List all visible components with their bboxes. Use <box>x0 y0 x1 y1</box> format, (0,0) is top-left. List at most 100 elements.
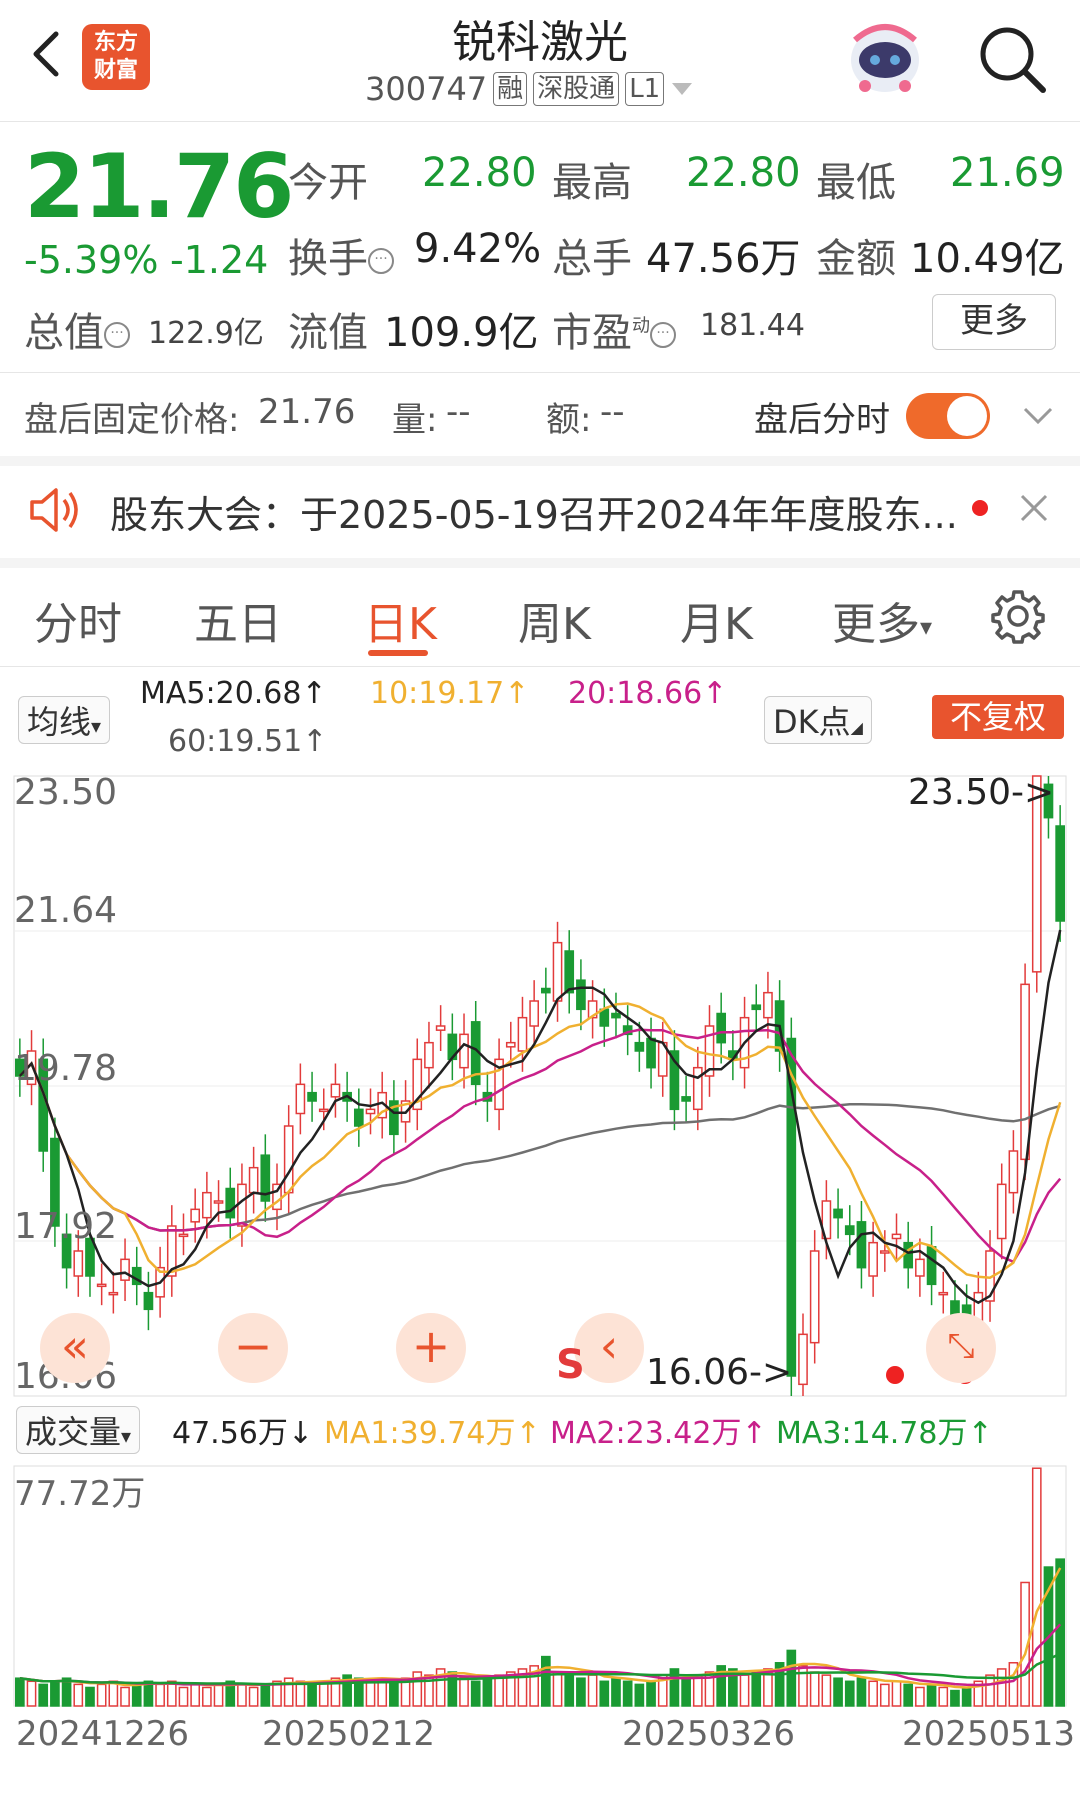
info-icon[interactable]: ··· <box>368 248 394 274</box>
settings-gear-icon[interactable] <box>990 588 1046 644</box>
volume-bar-up <box>459 1677 469 1707</box>
turnover-label[interactable]: 换手 ··· <box>288 226 394 284</box>
candlestick-chart[interactable] <box>0 766 1080 1406</box>
assistant-robot-icon[interactable] <box>845 20 925 96</box>
adjust-type-button[interactable]: 不复权 <box>932 695 1064 739</box>
pe-sup: 动 <box>632 315 650 337</box>
active-tab-underline <box>368 650 428 656</box>
candle-up <box>295 1083 306 1115</box>
signal-dot <box>886 1366 904 1384</box>
candle-up <box>938 1291 949 1296</box>
volume-bar-down <box>611 1677 621 1707</box>
candle-up <box>996 1183 1007 1240</box>
candle-down <box>926 1246 937 1286</box>
volume-bar-up <box>552 1671 563 1707</box>
indicator-selector[interactable]: 成交量▾ <box>16 1406 141 1454</box>
candle-down <box>646 1037 656 1069</box>
mktcap-label[interactable]: 总值 ··· <box>24 300 130 358</box>
after-hours-intraday-label: 盘后分时 <box>754 400 890 440</box>
ma60-value: 60:19.51↑ <box>168 724 328 759</box>
tab-five-day[interactable]: 五日 <box>194 588 282 652</box>
candle-up <box>1020 983 1030 1161</box>
tag-margin: 融 <box>493 72 528 106</box>
tab-more-label: 更多 <box>832 599 920 650</box>
volume-bar-down <box>541 1655 551 1707</box>
candle-up <box>552 941 563 1002</box>
ma-selector[interactable]: 均线▾ <box>18 696 111 744</box>
tab-more[interactable]: 更多▾ <box>832 588 932 652</box>
candle-down <box>225 1187 236 1219</box>
volume-bar-down <box>844 1680 855 1707</box>
candle-down <box>576 979 586 1011</box>
search-icon[interactable] <box>975 22 1049 96</box>
dk-point-button[interactable]: DK点◢ <box>764 696 872 744</box>
volume-bar-up <box>178 1686 189 1707</box>
after-hours-vol-label: 量: <box>392 400 438 440</box>
notice-text[interactable]: 股东大会：于2025-05-19召开2024年年度股东... <box>110 484 958 539</box>
volume-bar-down <box>85 1686 95 1707</box>
corner-triangle-icon: ◢ <box>850 718 863 737</box>
volume-bar-up <box>739 1674 750 1707</box>
volume-bar-up <box>26 1680 37 1707</box>
candle-up <box>190 1208 201 1223</box>
float-label: 流值 <box>288 310 368 356</box>
volume-bar-down <box>646 1680 656 1707</box>
candle-up <box>505 1041 516 1048</box>
volume-bar-down <box>15 1677 25 1707</box>
chevron-down-icon[interactable] <box>1022 404 1054 428</box>
min-price-marker: 16.06-> <box>646 1352 793 1393</box>
dropdown-triangle-icon[interactable] <box>670 79 694 99</box>
more-button[interactable]: 更多 <box>932 294 1056 350</box>
candle-up <box>517 1016 528 1052</box>
dropdown-triangle-icon: ▾ <box>920 613 933 641</box>
candle-down <box>599 1008 610 1027</box>
candle-down <box>716 1012 727 1044</box>
volume-bar-down <box>38 1683 49 1707</box>
volume-bar-down <box>61 1677 72 1707</box>
candle-up <box>213 1200 224 1204</box>
fullscreen-expand-icon[interactable]: ⤡ <box>926 1313 996 1383</box>
volume-bar-up <box>1031 1467 1042 1707</box>
tab-daily-k[interactable]: 日K <box>364 588 437 652</box>
volume-bar-down <box>681 1677 691 1707</box>
candle-down <box>1055 825 1065 922</box>
volume-bar-down <box>926 1683 937 1707</box>
unread-dot <box>972 500 988 516</box>
max-price-marker: 23.50-> <box>908 772 1055 813</box>
candle-down <box>541 987 551 994</box>
candle-up <box>529 1000 539 1027</box>
tab-weekly-k[interactable]: 周K <box>518 588 591 652</box>
dropdown-triangle-icon: ▾ <box>91 714 102 738</box>
pe-label[interactable]: 市盈动 ··· <box>552 300 676 358</box>
volume-bar-down <box>622 1680 633 1707</box>
open-value: 22.80 <box>422 150 537 196</box>
price-axis-label-2: 21.64 <box>14 890 118 931</box>
volume-chart[interactable] <box>0 1456 1080 1710</box>
volume-bar-up <box>938 1686 949 1707</box>
candle-up <box>178 1233 189 1238</box>
date-label-2: 20250212 <box>262 1714 436 1754</box>
after-hours-toggle[interactable] <box>906 393 990 439</box>
zoom-out-button[interactable]: − <box>218 1313 288 1383</box>
candle-up <box>879 1250 890 1254</box>
candle-down <box>833 1208 843 1219</box>
float-value: 109.9亿 <box>384 310 539 356</box>
amount-label: 金额 <box>816 236 896 282</box>
volume-bar-up <box>365 1680 376 1707</box>
info-icon[interactable]: ··· <box>104 322 130 348</box>
scroll-left-button[interactable]: « <box>40 1313 110 1383</box>
volume-value: 47.56万 <box>646 236 801 282</box>
tab-monthly-k[interactable]: 月K <box>680 588 753 652</box>
after-hours-amt-label: 额: <box>546 400 592 440</box>
volume-ma1-line <box>19 1567 1062 1689</box>
info-icon[interactable]: ··· <box>650 322 676 348</box>
tab-intraday[interactable]: 分时 <box>34 588 122 652</box>
candle-up <box>108 1291 119 1296</box>
candle-down <box>307 1091 317 1102</box>
change-amount: -1.24 <box>170 238 269 282</box>
close-icon[interactable] <box>1018 492 1050 524</box>
after-hours-vol: -- <box>446 392 471 432</box>
zoom-in-button[interactable]: + <box>396 1313 466 1383</box>
ma5-value: MA5:20.68↑ <box>140 676 327 711</box>
candle-down <box>856 1221 867 1269</box>
